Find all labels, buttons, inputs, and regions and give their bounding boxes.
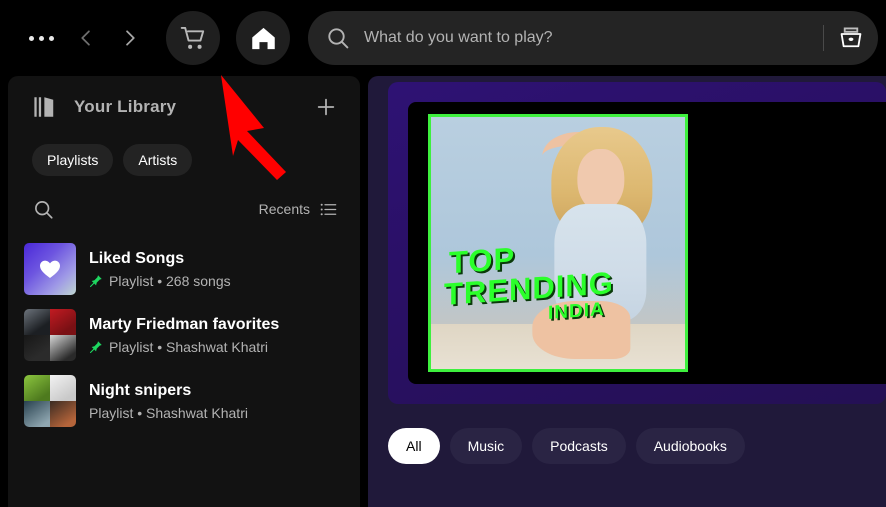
- collage-art: [24, 375, 76, 427]
- search-icon: [326, 26, 350, 50]
- cover-face: [576, 148, 625, 212]
- sort-button[interactable]: Recents: [257, 196, 340, 223]
- chip-playlists[interactable]: Playlists: [32, 144, 114, 176]
- filter-chip-music[interactable]: Music: [449, 428, 523, 464]
- playlist-meta: Playlist • Shashwat Khatri: [109, 339, 268, 355]
- library-header[interactable]: Your Library: [8, 76, 360, 138]
- featured-playlist-hero: TOP TRENDING INDIA Playlist Top Trending…: [388, 82, 886, 404]
- playlist-thumbnail: [24, 375, 76, 427]
- forward-button[interactable]: [108, 16, 152, 60]
- playlist-thumbnail: [24, 309, 76, 361]
- art-tile: [24, 309, 50, 335]
- playlist-meta-row: Playlist • Shashwat Khatri: [89, 339, 279, 355]
- playlist-meta-row: Playlist • 268 songs: [89, 273, 231, 289]
- list-item-text: Marty Friedman favorites Playlist • Shas…: [89, 315, 279, 355]
- art-tile: [24, 401, 50, 427]
- playlist-name: Night snipers: [89, 382, 192, 399]
- library-title: Your Library: [74, 97, 177, 116]
- library-icon: [32, 94, 58, 120]
- create-playlist-button[interactable]: [308, 89, 344, 125]
- art-tile: [24, 375, 50, 401]
- list-item-text: Liked Songs Playlist • 268 songs: [89, 249, 231, 289]
- home-button[interactable]: [236, 11, 290, 65]
- sort-label: Recents: [258, 201, 310, 217]
- shopping-cart-icon: [180, 26, 204, 49]
- cover-text-india: INDIA: [547, 298, 605, 324]
- heart-icon: [40, 260, 60, 278]
- playlist-meta: Playlist • Shashwat Khatri: [89, 405, 248, 421]
- playlist-list: Liked Songs Playlist • 268 songs Marty F…: [8, 232, 360, 434]
- art-tile: [24, 335, 50, 361]
- dot: [38, 35, 44, 41]
- sidebar: Your Library Playlists Artists Recents L…: [8, 76, 360, 507]
- chevron-right-icon: [126, 30, 135, 46]
- pin-icon: [89, 341, 102, 354]
- cart-button[interactable]: [166, 11, 220, 65]
- top-navigation-bar: [0, 0, 886, 76]
- search-bar[interactable]: [308, 11, 878, 65]
- chip-artists[interactable]: Artists: [123, 144, 193, 176]
- filter-chip-audiobooks[interactable]: Audiobooks: [635, 428, 745, 464]
- playlist-cover-art: TOP TRENDING INDIA: [428, 114, 688, 372]
- playlist-meta-row: Playlist • Shashwat Khatri: [89, 405, 248, 421]
- chevron-left-icon: [81, 30, 90, 46]
- art-tile: [50, 401, 76, 427]
- back-button[interactable]: [64, 16, 108, 60]
- browse-button[interactable]: [824, 11, 878, 65]
- playlist-name: Liked Songs: [89, 250, 185, 267]
- art-tile: [50, 375, 76, 401]
- plus-icon: [317, 98, 335, 116]
- playlist-name: Marty Friedman favorites: [89, 316, 280, 333]
- art-tile: [50, 335, 76, 361]
- more-horizontal-icon[interactable]: [18, 15, 64, 61]
- liked-songs-thumbnail: [24, 243, 76, 295]
- list-icon: [320, 203, 337, 215]
- list-item[interactable]: Liked Songs Playlist • 268 songs: [16, 236, 352, 302]
- home-icon: [251, 27, 275, 49]
- pin-icon: [89, 275, 102, 288]
- library-search-icon[interactable]: [26, 192, 60, 226]
- content-filter-chips: All Music Podcasts Audiobooks: [368, 404, 886, 464]
- library-filter-chips: Playlists Artists: [8, 138, 360, 176]
- search-input[interactable]: [364, 29, 823, 47]
- cover-figure: [523, 127, 680, 369]
- browse-icon: [840, 27, 862, 48]
- main-content: TOP TRENDING INDIA Playlist Top Trending…: [368, 76, 886, 507]
- list-item-text: Night snipers Playlist • Shashwat Khatri: [89, 381, 248, 421]
- hero-inner-card: TOP TRENDING INDIA Playlist Top Trending…: [408, 102, 886, 384]
- playlist-meta: Playlist • 268 songs: [109, 273, 231, 289]
- list-item[interactable]: Marty Friedman favorites Playlist • Shas…: [16, 302, 352, 368]
- filter-chip-all[interactable]: All: [388, 428, 440, 464]
- dot: [48, 35, 54, 41]
- library-list-controls: Recents: [8, 176, 360, 232]
- collage-art: [24, 309, 76, 361]
- art-tile: [50, 309, 76, 335]
- filter-chip-podcasts[interactable]: Podcasts: [532, 428, 626, 464]
- list-item[interactable]: Night snipers Playlist • Shashwat Khatri: [16, 368, 352, 434]
- dot: [28, 35, 34, 41]
- spotify-app-window: Your Library Playlists Artists Recents: [0, 0, 886, 507]
